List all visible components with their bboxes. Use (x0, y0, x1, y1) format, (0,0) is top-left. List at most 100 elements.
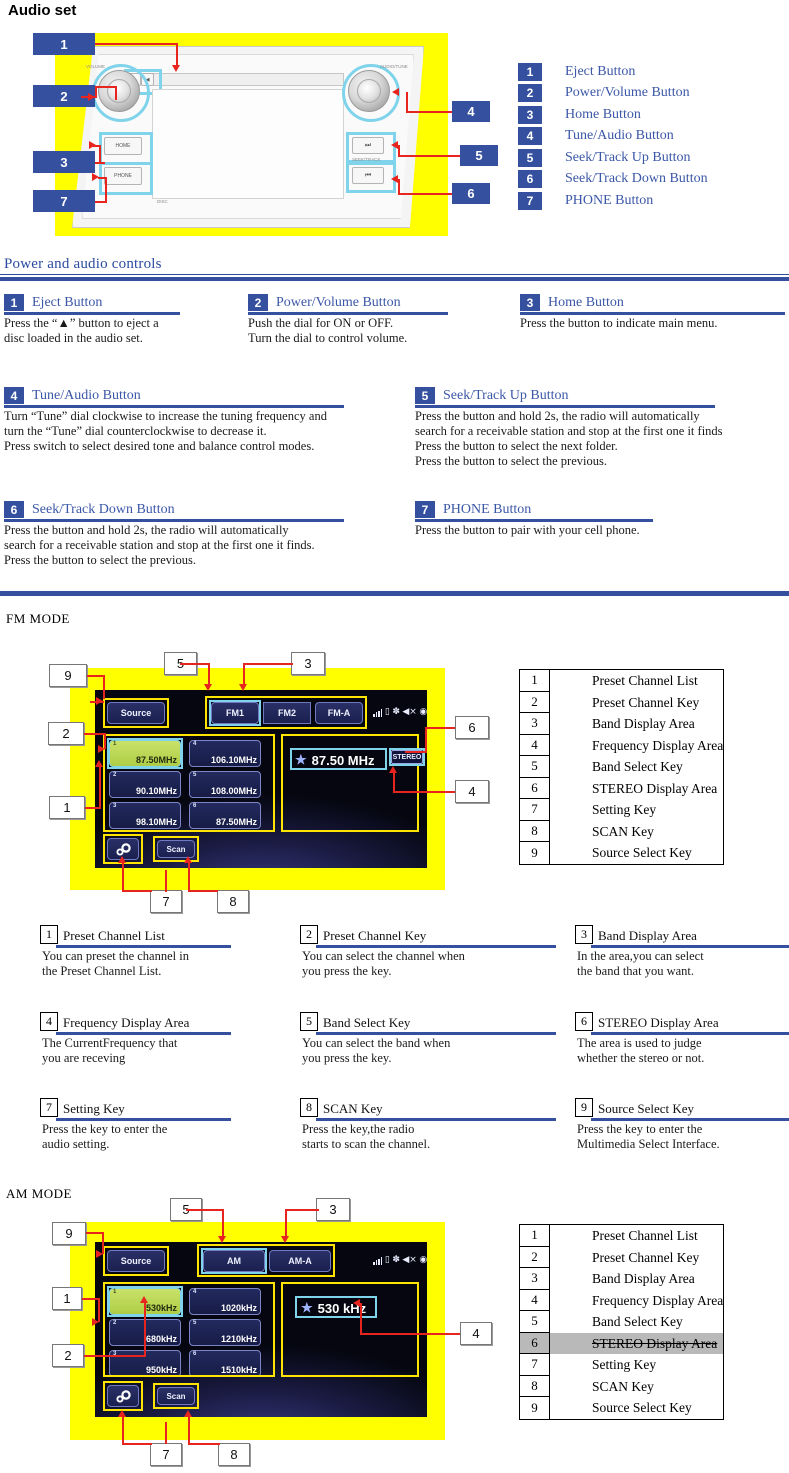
preset-frequency: 106.10MHz (210, 755, 257, 765)
topic-body: In the area,you can select the band that … (575, 949, 789, 979)
fm-topic-8: 8 SCAN Key Press the key,the radio starts t… (300, 1098, 556, 1152)
fm-topic-4: 4 Frequency Display Area The CurrentFreque… (40, 1012, 231, 1066)
leader-2d (81, 96, 95, 98)
am-mode-label: AM MODE (6, 1186, 72, 1201)
topic-seek-track-down-button: 6 Seek/Track Down Button Press the butto… (4, 501, 404, 568)
disc-status-icon: ◉ (419, 707, 427, 717)
callout-hu-6: 6 (452, 183, 490, 204)
legend-label: Power/Volume Button (565, 85, 690, 101)
gear-icon (115, 842, 131, 856)
am-callout-8: 8 (218, 1443, 250, 1466)
topic-underline (56, 1118, 231, 1121)
topic-number: 4 (40, 1012, 58, 1031)
topic-number: 1 (4, 294, 24, 311)
preset-index: 1 (113, 1289, 117, 1295)
am-preset-key-6[interactable]: 6 1510kHz (189, 1350, 261, 1377)
legend-label: Source Select Key (592, 1400, 692, 1415)
fm-lead-9b (103, 675, 105, 699)
topic-number: 2 (248, 294, 268, 311)
am-band-tab-ama[interactable]: AM-A (269, 1250, 331, 1272)
am-preset-key-5[interactable]: 5 1210kHz (189, 1319, 261, 1346)
fm-legend-row: 7 Setting Key (520, 799, 723, 821)
topic-body: You can preset the channel in the Preset … (40, 949, 231, 979)
topic-line: the band that you want. (577, 964, 694, 978)
am-frequency-panel-highlight (281, 1282, 419, 1377)
topic-line: Multimedia Select Interface. (577, 1137, 720, 1151)
legend-number: 4 (517, 126, 543, 147)
legend-number: 7 (520, 1354, 550, 1376)
fm-band-tab-fma[interactable]: FM-A (315, 702, 363, 724)
am-preset-key-4[interactable]: 4 1020kHz (189, 1288, 261, 1315)
fm-current-frequency: 87.50 MHz (311, 752, 375, 768)
topic-number: 6 (4, 501, 24, 518)
fm-topic-1: 1 Preset Channel List You can preset the c… (40, 925, 231, 979)
fm-preset-key-2[interactable]: 2 90.10MHz (109, 771, 181, 798)
disc-status-icon: ◉ (419, 1255, 427, 1265)
topic-title: Frequency Display Area (63, 1015, 190, 1030)
am-source-button[interactable]: Source (107, 1250, 165, 1272)
fm-lead-2a (84, 733, 106, 735)
preset-frequency: 98.10MHz (135, 817, 177, 827)
fm-preset-key-1[interactable]: 1 87.50MHz (109, 740, 181, 767)
leader-5b (398, 145, 400, 157)
head-unit-legend-row: 5 Seek/Track Up Button (517, 147, 708, 169)
am-callout-2: 2 (52, 1344, 84, 1367)
topic-title: Band Select Key (323, 1015, 411, 1030)
fm-callout-9: 9 (49, 664, 87, 687)
topic-body: Press the button to indicate main menu. (520, 316, 718, 330)
topic-line: Press the key,the radio (302, 1122, 415, 1136)
mute-icon: ◀× (402, 707, 417, 717)
fm-legend-row: 4 Frequency Display Area (520, 734, 724, 756)
am-legend-row: 7 Setting Key (520, 1354, 723, 1376)
preset-index: 6 (193, 803, 197, 809)
topic-line: The area is used to judge (577, 1036, 702, 1050)
fm-lead-7a (165, 870, 167, 892)
preset-index: 3 (113, 803, 117, 809)
am-band-tab-am[interactable]: AM (203, 1250, 265, 1272)
topic-title: Band Display Area (598, 928, 697, 943)
preset-index: 2 (113, 772, 117, 778)
fm-preset-key-3[interactable]: 3 98.10MHz (109, 802, 181, 829)
legend-label: Band Select Key (592, 1314, 683, 1329)
legend-number: 3 (520, 713, 550, 735)
fm-lead-7c (122, 862, 124, 892)
am-scan-key[interactable]: Scan (157, 1387, 195, 1405)
fm-preset-key-5[interactable]: 5 108.00MHz (189, 771, 261, 798)
legend-number: 4 (520, 734, 550, 756)
topic-line: You can preset the channel in (42, 949, 189, 963)
leader-7c (98, 177, 107, 179)
favorite-star-icon: ★ (295, 752, 307, 767)
topic-line: the Preset Channel List. (42, 964, 162, 978)
section-rule-thick (0, 277, 789, 281)
am-lead-5-arrow (218, 1236, 226, 1243)
fm-band-tab-fm2[interactable]: FM2 (263, 702, 311, 724)
topic-tune-audio-button: 4 Tune/Audio Button Turn “Tune” dial clo… (4, 387, 396, 454)
am-lead-3a (285, 1209, 319, 1211)
topic-line: you press the key. (302, 1051, 392, 1065)
battery-icon: ▯ (384, 707, 390, 717)
topic-title: Power/Volume Button (276, 295, 401, 310)
leader-6b (398, 179, 400, 195)
fm-preset-key-4[interactable]: 4 106.10MHz (189, 740, 261, 767)
fm-lead-6c (405, 751, 427, 753)
topic-number: 7 (415, 501, 435, 518)
legend-label: STEREO Display Area (592, 780, 718, 796)
legend-label: Source Select Key (592, 845, 692, 860)
fm-legend-row: 3 Band Display Area (520, 713, 723, 735)
topic-line: The CurrentFrequency that (42, 1036, 178, 1050)
fm-legend-table: 1 Preset Channel List 2 Preset Channel Key 3… (519, 669, 725, 865)
fm-preset-key-6[interactable]: 6 87.50MHz (189, 802, 261, 829)
leader-4-arrow (392, 88, 399, 96)
preset-frequency: 1020kHz (220, 1303, 257, 1313)
fm-source-button[interactable]: Source (107, 702, 165, 724)
legend-label: Preset Channel List (592, 673, 698, 688)
legend-number: 3 (517, 104, 543, 125)
topic-underline (591, 945, 789, 948)
am-callout-9: 9 (52, 1222, 86, 1245)
am-lead-2a (84, 1355, 146, 1357)
fm-status-icons: ▯ ✽ ◀× ◉ (373, 708, 427, 717)
legend-label: Frequency Display Area (592, 737, 724, 753)
am-setting-key[interactable] (107, 1385, 139, 1407)
fm-band-tab-fm1[interactable]: FM1 (211, 702, 259, 724)
leader-2c (115, 86, 117, 100)
